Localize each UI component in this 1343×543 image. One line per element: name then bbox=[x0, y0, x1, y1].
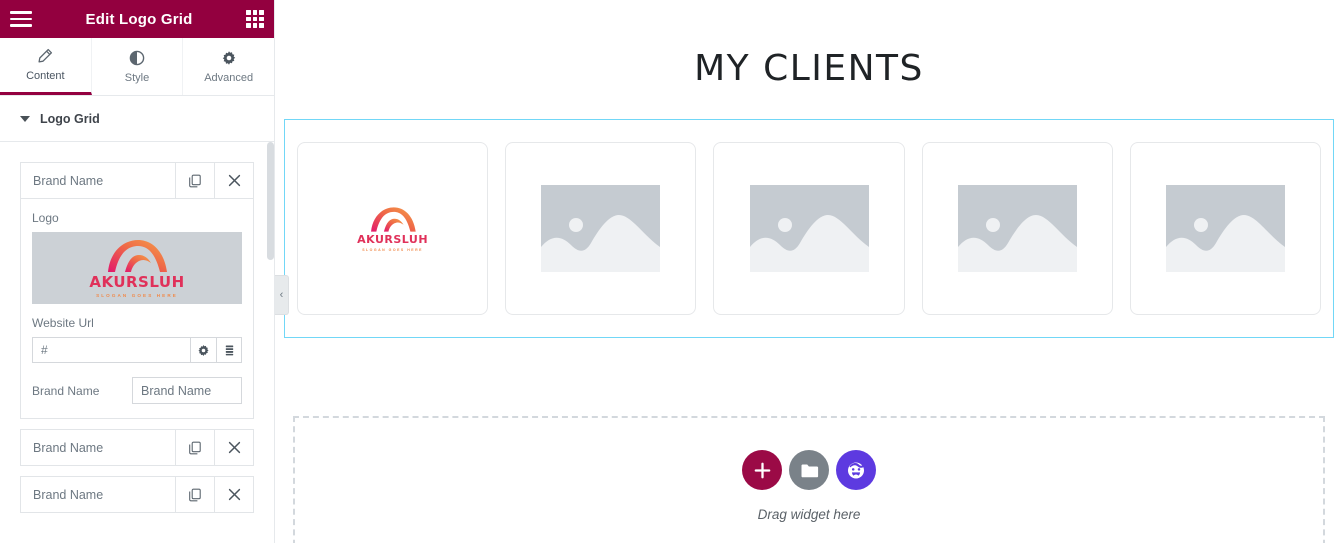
logo-preview[interactable]: AKURSLUH SLOGAN GOES HERE bbox=[32, 232, 242, 304]
elementor-editor: Edit Logo Grid Content Style Advanced Lo… bbox=[0, 0, 1343, 543]
repeater-row[interactable]: Brand Name bbox=[20, 162, 254, 199]
pencil-icon bbox=[38, 48, 53, 63]
hamburger-icon[interactable] bbox=[10, 11, 32, 27]
image-placeholder-icon bbox=[1165, 185, 1285, 272]
panel-body: Brand Name Logo AKURSLUH SLOGAN GOES HER… bbox=[0, 142, 274, 543]
brand-name-input[interactable]: Brand Name bbox=[132, 377, 242, 404]
brand-name-label: Brand Name bbox=[32, 383, 100, 398]
templates-button[interactable] bbox=[789, 450, 829, 490]
tab-content[interactable]: Content bbox=[0, 38, 92, 95]
repeater-item-title: Brand Name bbox=[33, 440, 104, 455]
close-icon[interactable] bbox=[214, 163, 253, 198]
logo-preview-slogan: SLOGAN GOES HERE bbox=[96, 292, 178, 298]
editor-panel: Edit Logo Grid Content Style Advanced Lo… bbox=[0, 0, 289, 543]
preview-canvas: MY CLIENTS AKURSLUH SLOGAN GOES HERE Dra… bbox=[275, 0, 1343, 543]
gear-icon bbox=[222, 50, 235, 65]
section-title: Logo Grid bbox=[40, 111, 100, 126]
logo-card-slogan: SLOGAN GOES HERE bbox=[362, 247, 423, 252]
tab-advanced[interactable]: Advanced bbox=[183, 38, 274, 95]
tab-advanced-label: Advanced bbox=[204, 71, 254, 84]
logo-card[interactable] bbox=[1129, 142, 1322, 315]
page-title: MY CLIENTS bbox=[694, 48, 924, 89]
image-placeholder-icon bbox=[749, 185, 869, 272]
tab-style-label: Style bbox=[124, 71, 150, 84]
close-icon[interactable] bbox=[214, 477, 253, 512]
close-icon[interactable] bbox=[214, 430, 253, 465]
ai-face-icon bbox=[848, 462, 865, 479]
panel-scrollbar[interactable] bbox=[267, 142, 274, 260]
tab-style[interactable]: Style bbox=[92, 38, 184, 95]
logo-preview-brand: AKURSLUH bbox=[89, 272, 185, 291]
folder-icon bbox=[801, 464, 818, 477]
logo-card[interactable] bbox=[713, 142, 905, 315]
logo-card[interactable] bbox=[921, 142, 1113, 315]
gear-icon[interactable] bbox=[190, 337, 216, 363]
dropzone-label: Drag widget here bbox=[757, 507, 861, 522]
tab-content-label: Content bbox=[26, 70, 65, 82]
duplicate-icon[interactable] bbox=[175, 430, 214, 465]
website-url-row: # bbox=[32, 337, 242, 363]
repeater-row[interactable]: Brand Name bbox=[20, 429, 254, 466]
logo-card-brand: AKURSLUH bbox=[357, 232, 429, 246]
logo-grid-section[interactable]: AKURSLUH SLOGAN GOES HERE bbox=[284, 119, 1334, 338]
duplicate-icon[interactable] bbox=[175, 163, 214, 198]
akursluh-arc-icon bbox=[370, 206, 416, 232]
repeater-item-title: Brand Name bbox=[33, 487, 104, 502]
repeater-item-title: Brand Name bbox=[33, 173, 104, 188]
panel-tabs: Content Style Advanced bbox=[0, 38, 274, 96]
akursluh-arc-icon bbox=[108, 239, 167, 272]
repeater-item-panel: Logo AKURSLUH SLOGAN GOES HERE Website U… bbox=[20, 199, 254, 419]
panel-title: Edit Logo Grid bbox=[85, 10, 193, 28]
image-placeholder-icon bbox=[541, 185, 661, 272]
panel-collapse-handle[interactable]: ‹ bbox=[275, 275, 289, 315]
repeater-row[interactable]: Brand Name bbox=[20, 476, 254, 513]
logo-grid-row: AKURSLUH SLOGAN GOES HERE bbox=[297, 142, 1322, 315]
logo-card[interactable] bbox=[505, 142, 697, 315]
brand-name-row: Brand Name Brand Name bbox=[32, 377, 242, 404]
image-placeholder-icon bbox=[957, 185, 1077, 272]
website-url-input[interactable]: # bbox=[32, 337, 190, 363]
contrast-icon bbox=[129, 50, 145, 65]
section-logo-grid-header[interactable]: Logo Grid bbox=[0, 96, 274, 142]
widget-dropzone[interactable]: Drag widget here bbox=[293, 416, 1325, 543]
duplicate-icon[interactable] bbox=[175, 477, 214, 512]
widgets-grid-icon[interactable] bbox=[246, 10, 264, 28]
chevron-down-icon bbox=[20, 115, 30, 122]
dropzone-buttons bbox=[742, 450, 876, 490]
panel-header: Edit Logo Grid bbox=[0, 0, 274, 38]
logo-field-label: Logo bbox=[32, 211, 59, 225]
akursluh-logo: AKURSLUH SLOGAN GOES HERE bbox=[357, 206, 428, 252]
dynamic-tags-icon[interactable] bbox=[216, 337, 242, 363]
plus-icon bbox=[754, 462, 770, 478]
ai-button[interactable] bbox=[836, 450, 876, 490]
logo-card[interactable]: AKURSLUH SLOGAN GOES HERE bbox=[297, 142, 489, 315]
website-url-label: Website Url bbox=[32, 316, 94, 330]
add-section-button[interactable] bbox=[742, 450, 782, 490]
